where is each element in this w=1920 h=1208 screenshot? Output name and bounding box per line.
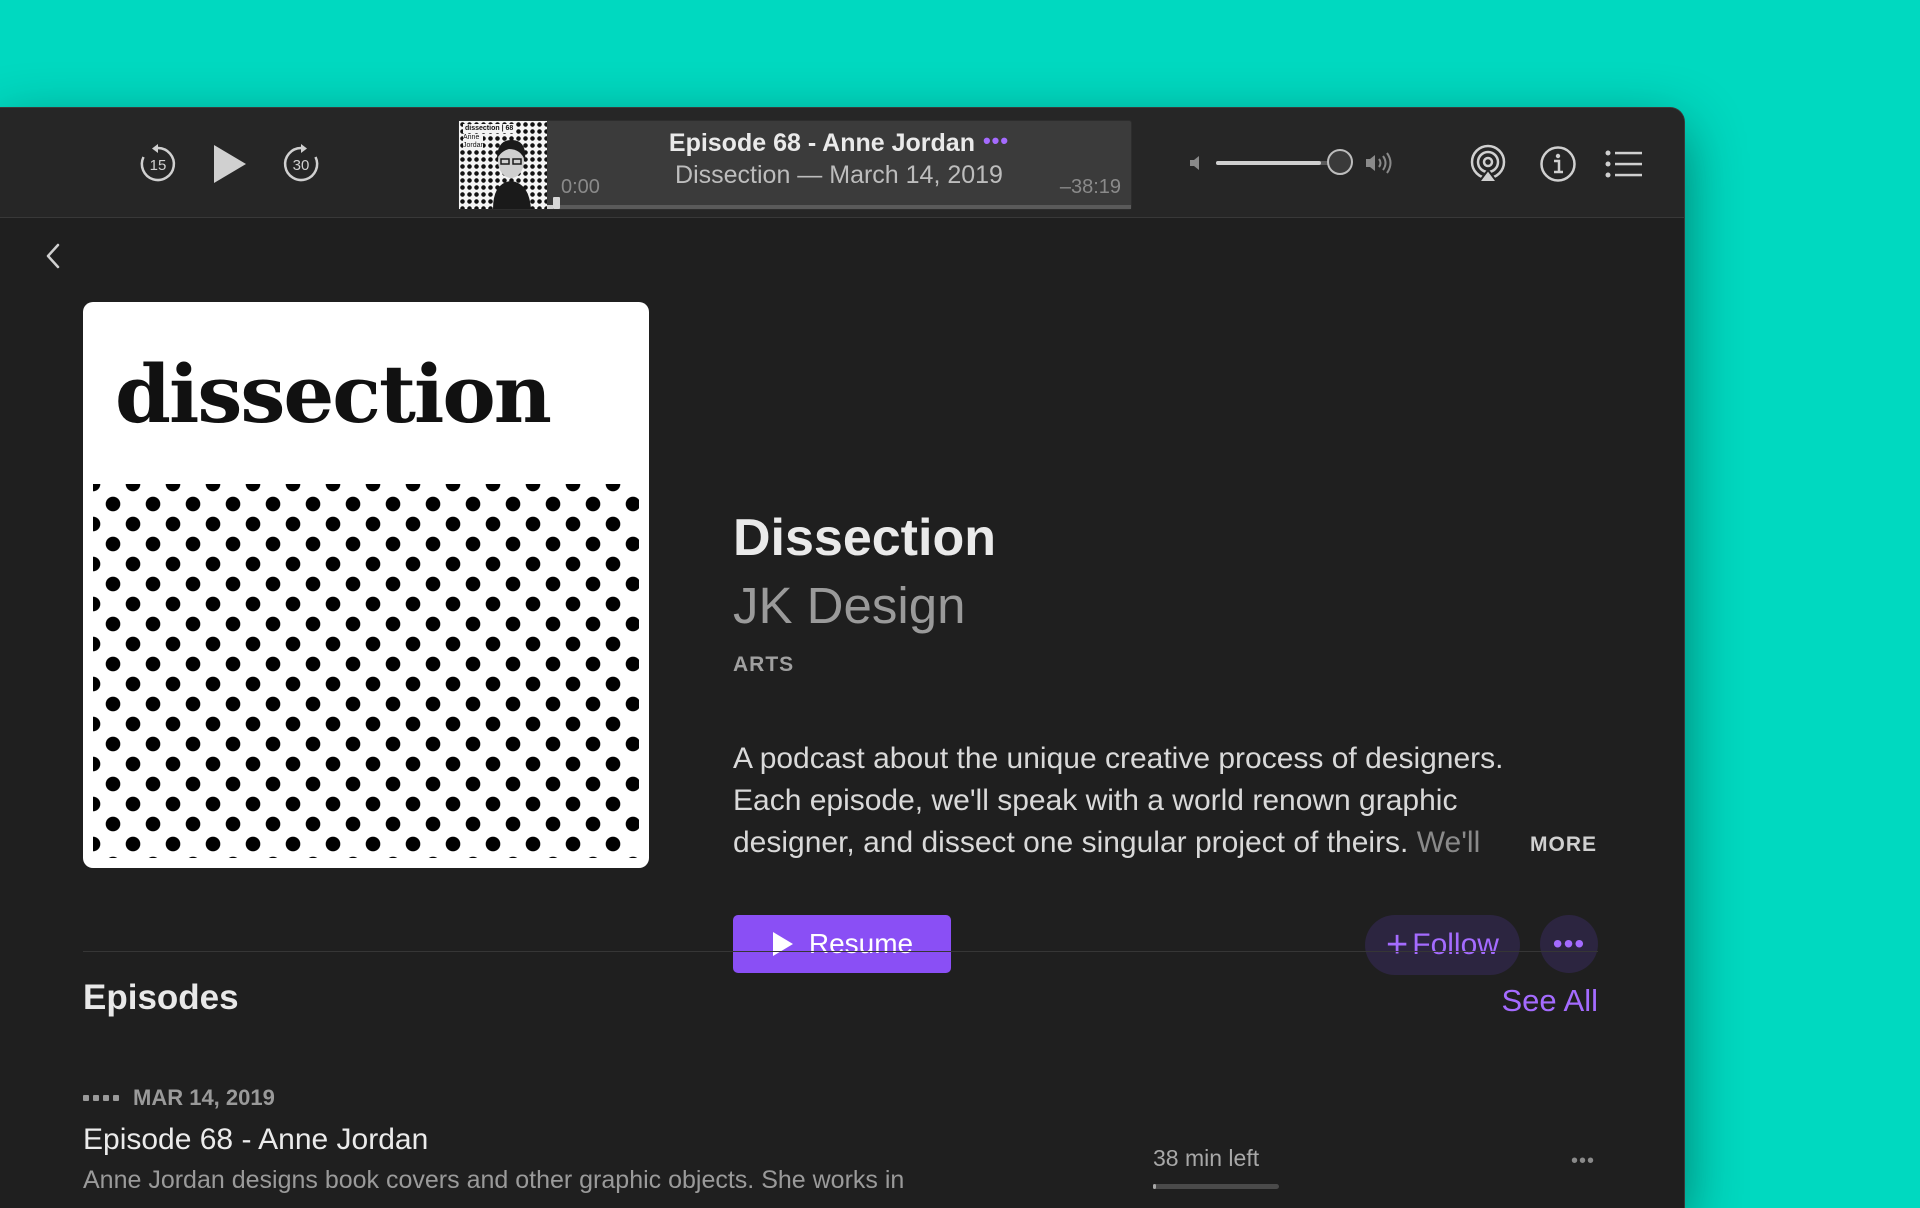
description-fade: We'll bbox=[1416, 826, 1481, 859]
episode-progress-bar bbox=[1153, 1184, 1279, 1189]
list-icon bbox=[1605, 150, 1642, 178]
podcast-artwork: dissection bbox=[83, 302, 649, 868]
skip-forward-button[interactable]: 30 bbox=[281, 144, 321, 184]
description-line: designer, and dissect one singular proje… bbox=[733, 822, 1613, 864]
speaker-low-icon bbox=[1190, 156, 1199, 170]
play-icon bbox=[772, 932, 793, 956]
episode-title[interactable]: Episode 68 - Anne Jordan bbox=[83, 1122, 428, 1158]
artwork-dot-pattern bbox=[93, 484, 639, 858]
now-playing-artwork: dissection | 68 Anne Jordan bbox=[459, 121, 547, 209]
queue-button[interactable] bbox=[1604, 144, 1644, 184]
skip-back-15-icon: 15 bbox=[140, 144, 176, 182]
more-link[interactable]: MORE bbox=[1530, 833, 1597, 857]
episode-row[interactable]: MAR 14, 2019 Episode 68 - Anne Jordan An… bbox=[83, 1085, 1598, 1208]
resume-label: Resume bbox=[808, 928, 914, 959]
airplay-icon bbox=[1470, 144, 1506, 183]
now-playing-more-icon[interactable]: ••• bbox=[983, 128, 1009, 153]
description-line: A podcast about the unique creative proc… bbox=[733, 742, 1504, 775]
skip-back-button[interactable]: 15 bbox=[138, 144, 178, 184]
episodes-heading: Episodes bbox=[83, 978, 239, 1017]
more-options-button[interactable]: ••• bbox=[1540, 915, 1598, 973]
section-divider bbox=[83, 951, 1598, 952]
back-button[interactable] bbox=[40, 238, 66, 274]
volume-level bbox=[1216, 161, 1322, 165]
episode-more-button[interactable]: ••• bbox=[1571, 1150, 1595, 1173]
play-button[interactable] bbox=[210, 142, 250, 186]
airplay-button[interactable] bbox=[1468, 144, 1508, 184]
portrait-image bbox=[493, 139, 531, 209]
episode-progress-fill bbox=[1153, 1184, 1156, 1189]
playback-scrubber[interactable] bbox=[547, 205, 1131, 209]
played-indicator-icon bbox=[83, 1095, 119, 1101]
description-line-text: designer, and dissect one singular proje… bbox=[733, 826, 1409, 859]
episode-meta: MAR 14, 2019 bbox=[83, 1085, 275, 1111]
mini-art-name: Anne Jordan bbox=[463, 134, 485, 150]
speaker-high-icon bbox=[1366, 152, 1392, 174]
follow-button[interactable]: + Follow bbox=[1365, 915, 1520, 975]
podcast-author[interactable]: JK Design bbox=[733, 576, 965, 636]
scrubber-handle[interactable] bbox=[553, 197, 560, 209]
resume-button[interactable]: Resume bbox=[733, 915, 951, 973]
podcast-category[interactable]: ARTS bbox=[733, 653, 794, 677]
info-icon bbox=[1540, 146, 1576, 182]
volume-slider[interactable] bbox=[1216, 161, 1340, 165]
svg-text:15: 15 bbox=[150, 157, 167, 174]
description-line: Each episode, we'll speak with a world r… bbox=[733, 784, 1458, 817]
now-playing-display[interactable]: dissection | 68 Anne Jordan Episode 68 -… bbox=[458, 120, 1132, 210]
podcasts-window: 15 30 dissection | 68 Anne Jordan Episod… bbox=[0, 108, 1684, 1208]
now-playing-title-text: Episode 68 - Anne Jordan bbox=[668, 129, 975, 157]
remaining-time: –38:19 bbox=[1059, 176, 1121, 198]
podcast-title: Dissection bbox=[733, 509, 996, 567]
episode-time-left: 38 min left bbox=[1153, 1145, 1260, 1171]
mini-art-title: dissection | 68 bbox=[463, 124, 516, 133]
volume-handle[interactable] bbox=[1327, 149, 1353, 175]
playback-progress bbox=[547, 205, 553, 209]
episode-description: Anne Jordan designs book covers and othe… bbox=[83, 1166, 905, 1194]
info-button[interactable] bbox=[1538, 144, 1578, 184]
see-all-link[interactable]: See All bbox=[1501, 983, 1598, 1019]
player-toolbar: 15 30 dissection | 68 Anne Jordan Episod… bbox=[0, 108, 1684, 218]
artwork-wordmark: dissection bbox=[115, 347, 552, 441]
svg-text:30: 30 bbox=[293, 157, 310, 174]
elapsed-time: 0:00 bbox=[561, 176, 600, 198]
follow-label: Follow bbox=[1412, 928, 1499, 961]
play-icon bbox=[214, 145, 246, 183]
chevron-left-icon bbox=[46, 243, 60, 269]
volume-control bbox=[1188, 146, 1396, 180]
now-playing-title: Episode 68 - Anne Jordan ••• bbox=[547, 128, 1131, 158]
episode-date: MAR 14, 2019 bbox=[133, 1085, 275, 1110]
now-playing-subtitle: Dissection — March 14, 2019 bbox=[675, 161, 1003, 189]
plus-icon: + bbox=[1386, 924, 1409, 966]
podcast-description: A podcast about the unique creative proc… bbox=[733, 738, 1613, 864]
skip-forward-30-icon: 30 bbox=[283, 144, 319, 182]
